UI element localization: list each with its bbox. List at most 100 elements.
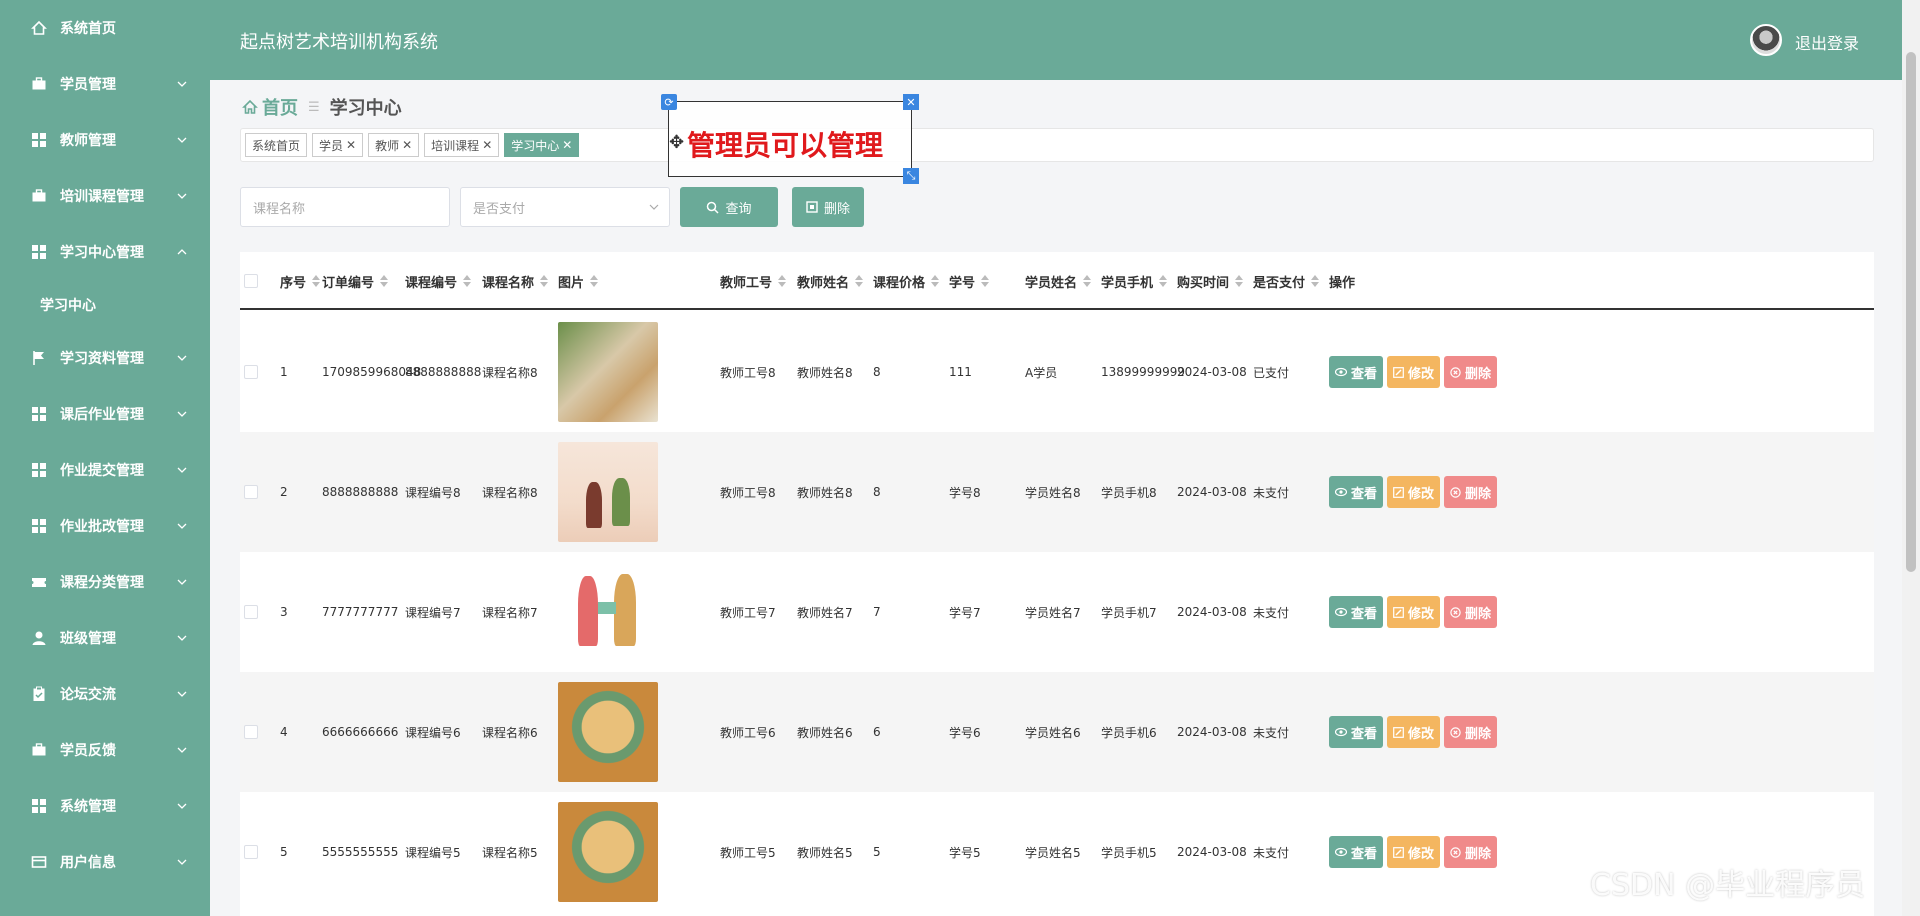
tab-tag-3[interactable]: 培训课程 ✕ bbox=[424, 133, 500, 157]
sidebar-item-12[interactable]: 学员反馈 bbox=[0, 722, 210, 778]
paid-select[interactable]: 是否支付 bbox=[460, 187, 670, 227]
row-checkbox[interactable] bbox=[244, 432, 258, 552]
tag-label: 学员 bbox=[319, 138, 344, 153]
close-icon[interactable]: ✕ bbox=[903, 94, 919, 110]
close-icon[interactable]: ✕ bbox=[346, 138, 356, 152]
sort-icon[interactable] bbox=[931, 275, 940, 287]
sidebar-item-5[interactable]: 学习资料管理 bbox=[0, 330, 210, 386]
view-button[interactable]: 查看 bbox=[1329, 356, 1384, 388]
view-button[interactable]: 查看 bbox=[1329, 716, 1384, 748]
column-header-12[interactable]: 是否支付 bbox=[1253, 252, 1320, 310]
edit-button[interactable]: 修改 bbox=[1387, 836, 1441, 868]
edit-button[interactable]: 修改 bbox=[1387, 356, 1441, 388]
annotation-box[interactable]: ⟳ ✕ ⤡ ✥ 管理员可以管理 bbox=[661, 94, 919, 184]
close-icon[interactable]: ✕ bbox=[562, 138, 572, 152]
row-checkbox[interactable] bbox=[244, 312, 258, 432]
cell-price: 8 bbox=[873, 365, 881, 379]
annotation-text: 管理员可以管理 bbox=[687, 129, 884, 162]
resize-handle-icon[interactable]: ⤡ bbox=[903, 168, 919, 184]
delete-button[interactable]: 删除 bbox=[1444, 716, 1498, 748]
sort-icon[interactable] bbox=[1159, 275, 1168, 287]
sort-icon[interactable] bbox=[380, 275, 389, 287]
batch-delete-button[interactable]: 删除 bbox=[792, 187, 864, 227]
sort-icon[interactable] bbox=[778, 275, 787, 287]
sidebar-item-14[interactable]: 用户信息 bbox=[0, 834, 210, 890]
column-header-5[interactable]: 教师工号 bbox=[720, 252, 787, 310]
tab-tag-0[interactable]: 系统首页 bbox=[245, 133, 308, 157]
sidebar-item-7[interactable]: 作业提交管理 bbox=[0, 442, 210, 498]
sidebar-item-6[interactable]: 课后作业管理 bbox=[0, 386, 210, 442]
sidebar-item-9[interactable]: 课程分类管理 bbox=[0, 554, 210, 610]
query-button[interactable]: 查询 bbox=[680, 187, 778, 227]
move-icon[interactable]: ✥ bbox=[669, 132, 684, 153]
column-header-label: 课程价格 bbox=[873, 275, 926, 291]
breadcrumb-current: 学习中心 bbox=[329, 98, 402, 119]
sort-icon[interactable] bbox=[1311, 275, 1320, 287]
column-header-8[interactable]: 学号 bbox=[949, 252, 990, 310]
edit-button[interactable]: 修改 bbox=[1387, 596, 1441, 628]
column-header-9[interactable]: 学员姓名 bbox=[1025, 252, 1092, 310]
grid-icon bbox=[30, 131, 48, 149]
sidebar-item-11[interactable]: 论坛交流 bbox=[0, 666, 210, 722]
submenu-item-learning-center[interactable]: 学习中心 bbox=[0, 280, 210, 330]
sort-icon[interactable] bbox=[855, 275, 864, 287]
tab-tag-4[interactable]: 学习中心 ✕ bbox=[504, 133, 580, 157]
column-header-3[interactable]: 课程名称 bbox=[482, 252, 549, 310]
grid-icon bbox=[30, 461, 48, 479]
sidebar-item-label: 班级管理 bbox=[60, 631, 116, 647]
sort-icon[interactable] bbox=[540, 275, 549, 287]
column-header-7[interactable]: 课程价格 bbox=[873, 252, 940, 310]
column-header-11[interactable]: 购买时间 bbox=[1177, 252, 1244, 310]
column-header-label: 序号 bbox=[280, 275, 307, 291]
view-button[interactable]: 查看 bbox=[1329, 836, 1384, 868]
avatar[interactable] bbox=[1750, 24, 1782, 56]
sidebar-item-8[interactable]: 作业批改管理 bbox=[0, 498, 210, 554]
edit-button[interactable]: 修改 bbox=[1387, 716, 1441, 748]
column-header-0[interactable]: 序号 bbox=[280, 252, 321, 310]
edit-button[interactable]: 修改 bbox=[1387, 476, 1441, 508]
delete-button[interactable]: 删除 bbox=[1444, 596, 1498, 628]
sidebar-item-1[interactable]: 学员管理 bbox=[0, 56, 210, 112]
cell-time: 2024-03-08 bbox=[1177, 365, 1247, 379]
delete-button[interactable]: 删除 bbox=[1444, 356, 1498, 388]
row-checkbox[interactable] bbox=[244, 672, 258, 792]
close-icon[interactable]: ✕ bbox=[482, 138, 492, 152]
sidebar-item-2[interactable]: 教师管理 bbox=[0, 112, 210, 168]
view-button[interactable]: 查看 bbox=[1329, 596, 1384, 628]
sidebar-item-3[interactable]: 培训课程管理 bbox=[0, 168, 210, 224]
view-button[interactable]: 查看 bbox=[1329, 476, 1384, 508]
column-header-6[interactable]: 教师姓名 bbox=[797, 252, 864, 310]
table-row: 2 8888888888 课程编号8 课程名称8 教师工号8 教师姓名8 8 学号8 学员姓名8… bbox=[240, 432, 1874, 552]
course-image bbox=[558, 552, 658, 672]
sidebar-item-10[interactable]: 班级管理 bbox=[0, 610, 210, 666]
sort-icon[interactable] bbox=[981, 275, 990, 287]
column-header-2[interactable]: 课程编号 bbox=[405, 252, 472, 310]
select-all-checkbox[interactable] bbox=[244, 252, 258, 310]
column-header-4[interactable]: 图片 bbox=[558, 252, 599, 310]
sort-icon[interactable] bbox=[463, 275, 472, 287]
tab-tag-1[interactable]: 学员 ✕ bbox=[312, 133, 364, 157]
row-checkbox[interactable] bbox=[244, 552, 258, 672]
row-checkbox[interactable] bbox=[244, 792, 258, 912]
sort-icon[interactable] bbox=[312, 275, 321, 287]
breadcrumb-home[interactable]: 首页 bbox=[262, 94, 298, 120]
sort-icon[interactable] bbox=[590, 275, 599, 287]
sidebar-item-13[interactable]: 系统管理 bbox=[0, 778, 210, 834]
scrollbar-thumb[interactable] bbox=[1906, 52, 1916, 572]
sidebar-item-4[interactable]: 学习中心管理 bbox=[0, 224, 210, 280]
close-icon[interactable]: ✕ bbox=[402, 138, 412, 152]
rotate-handle-icon[interactable]: ⟳ bbox=[661, 94, 677, 110]
course-name-input[interactable]: 课程名称 bbox=[240, 187, 450, 227]
logout-link[interactable]: 退出登录 bbox=[1795, 30, 1859, 54]
page-scrollbar[interactable] bbox=[1902, 0, 1920, 916]
column-header-10[interactable]: 学员手机 bbox=[1101, 252, 1168, 310]
delete-button[interactable]: 删除 bbox=[1444, 836, 1498, 868]
sort-icon[interactable] bbox=[1235, 275, 1244, 287]
sort-icon[interactable] bbox=[1083, 275, 1092, 287]
sidebar-item-0[interactable]: 系统首页 bbox=[0, 0, 210, 56]
tab-tag-2[interactable]: 教师 ✕ bbox=[368, 133, 420, 157]
sidebar-item-label: 学习资料管理 bbox=[60, 351, 144, 367]
delete-button[interactable]: 删除 bbox=[1444, 476, 1498, 508]
column-header-1[interactable]: 订单编号 bbox=[322, 252, 389, 310]
edit-icon bbox=[1393, 606, 1404, 618]
